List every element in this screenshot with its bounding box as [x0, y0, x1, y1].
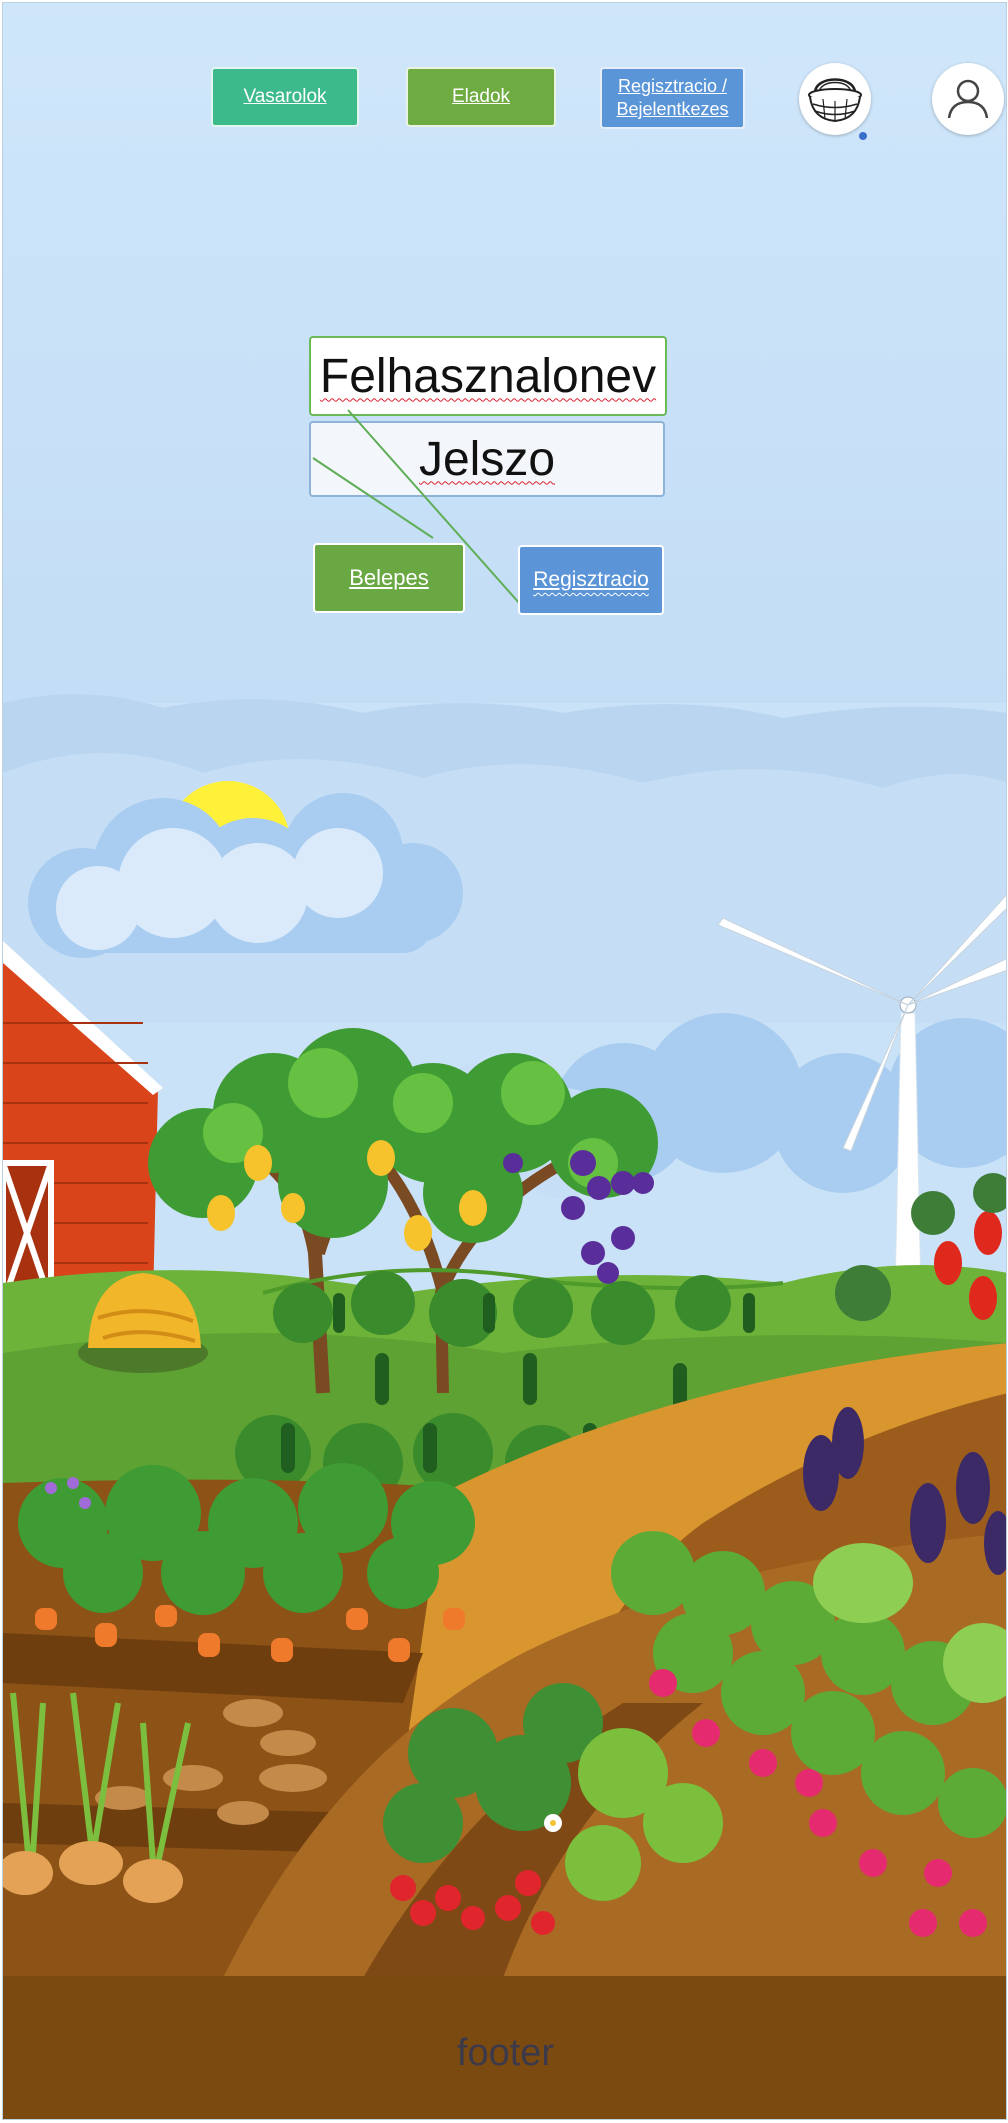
buyers-button-label: Vasarolok [243, 86, 327, 107]
basket-notification-dot [859, 132, 867, 140]
username-value: Felhasznalonev [319, 349, 657, 403]
footer-text: footer [456, 2032, 555, 2074]
user-profile-button[interactable] [932, 63, 1004, 135]
username-field[interactable]: Felhasznalonev [309, 336, 667, 416]
register-login-label-line2: Bejelentkezes [616, 99, 729, 119]
farm-garden-illustration [3, 694, 1006, 1978]
login-button-label: Belepes [349, 565, 429, 590]
basket-icon [808, 78, 862, 123]
buyers-button[interactable]: Vasarolok [211, 67, 359, 127]
register-button-label: Regisztracio [533, 568, 649, 591]
sellers-button-label: Eladok [451, 86, 511, 107]
footer: footer [3, 1976, 1006, 2119]
sellers-button[interactable]: Eladok [406, 67, 556, 127]
page: Vasarolok Eladok Regisztracio / Bejelent… [2, 2, 1007, 2120]
register-login-label-line1: Regisztracio / [617, 76, 728, 96]
register-login-button[interactable]: Regisztracio / Bejelentkezes [600, 67, 745, 129]
user-icon [947, 79, 989, 119]
basket-button[interactable] [799, 63, 871, 135]
login-button[interactable]: Belepes [313, 543, 465, 613]
register-button[interactable]: Regisztracio [518, 545, 664, 615]
